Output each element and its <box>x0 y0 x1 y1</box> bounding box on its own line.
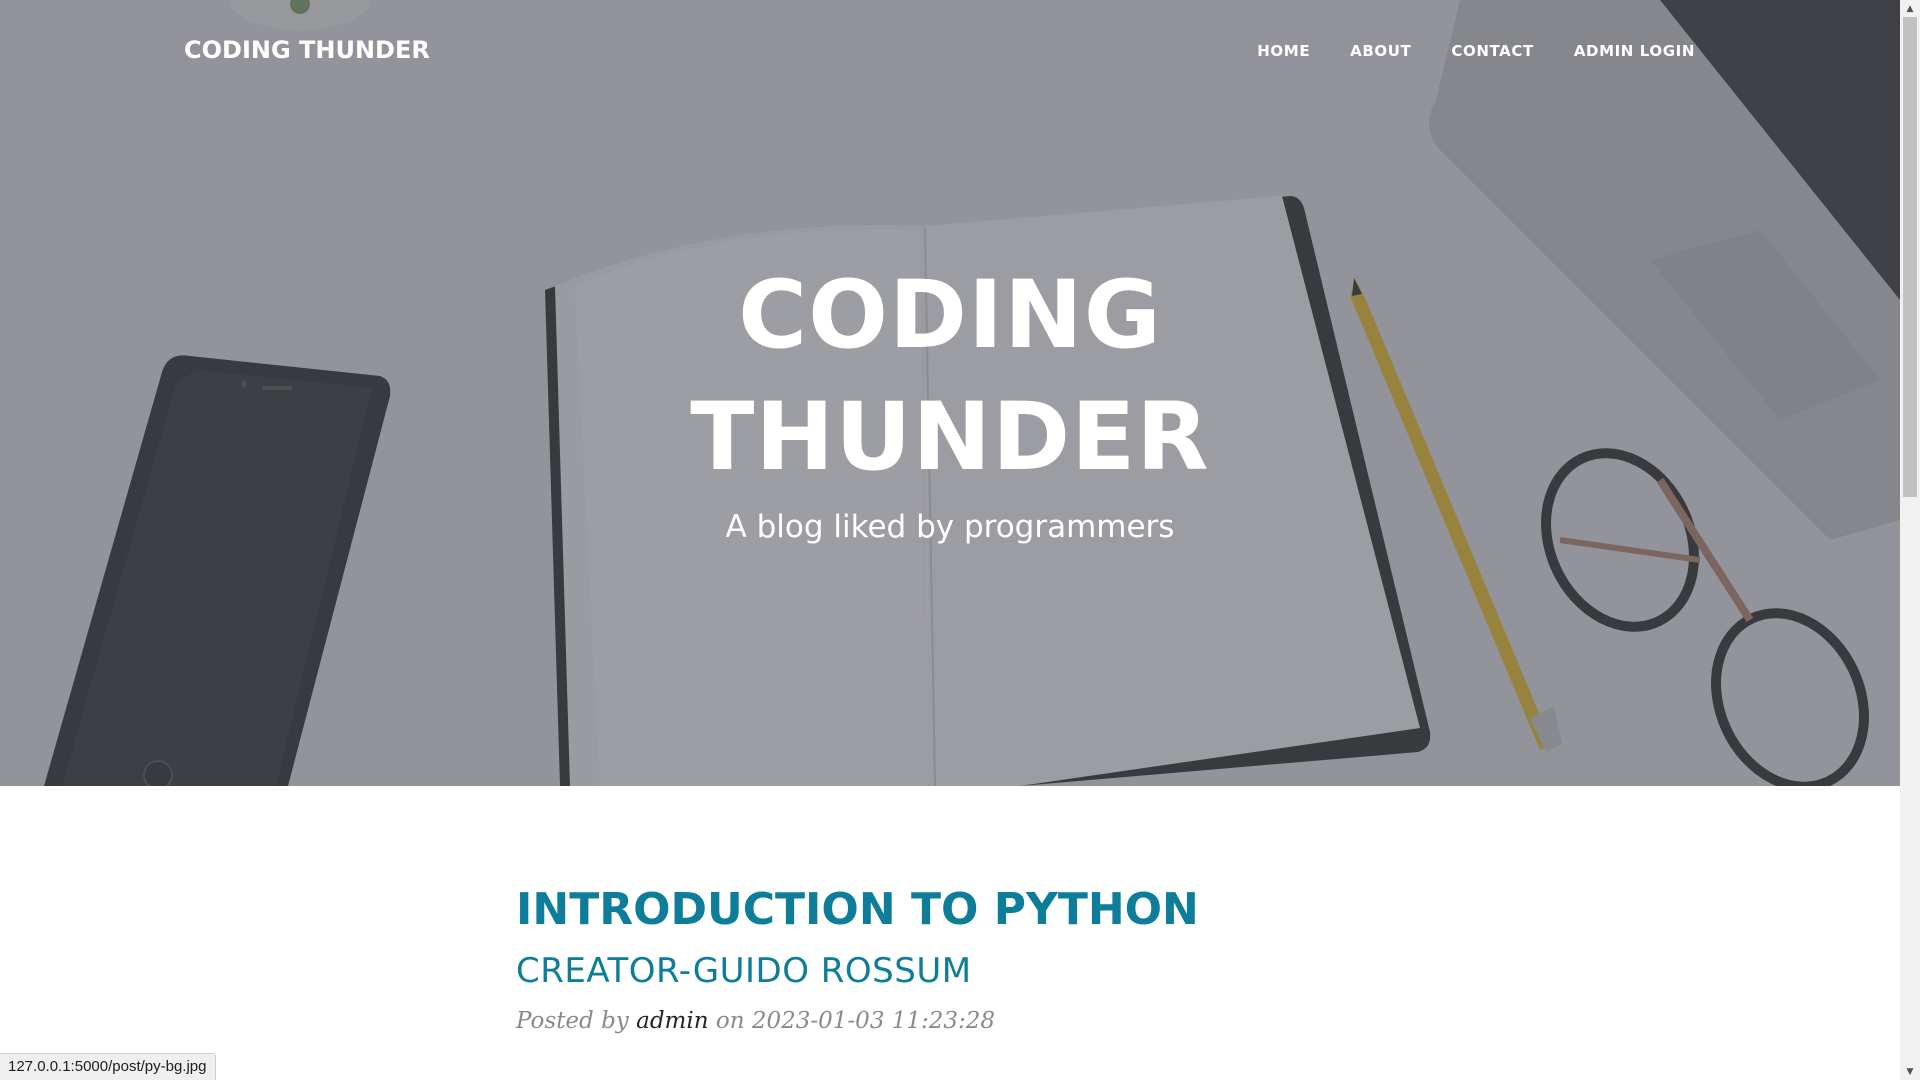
post-meta: Posted by admin on 2023-01-03 11:23:28 <box>516 1004 1416 1038</box>
nav-link-contact[interactable]: CONTACT <box>1451 42 1533 60</box>
site-subtitle: A blog liked by programmers <box>725 509 1175 545</box>
browser-viewport: CODING THUNDER HOME ABOUT CONTACT ADMIN … <box>0 0 1900 1080</box>
browser-status-bar: 127.0.0.1:5000/post/py-bg.jpg <box>0 1053 216 1080</box>
post-author-link[interactable]: admin <box>636 1008 708 1034</box>
site-heading: CODING THUNDER A blog liked by programme… <box>0 255 1900 549</box>
navbar-brand[interactable]: CODING THUNDER <box>184 36 430 64</box>
scroll-down-arrow-icon[interactable]: ▼ <box>1900 1063 1920 1080</box>
post-preview: INTRODUCTION TO PYTHON CREATOR-GUIDO ROS… <box>516 880 1416 1038</box>
vertical-scrollbar[interactable]: ▲ ▼ <box>1900 0 1920 1080</box>
site-title: CODING THUNDER <box>690 261 1210 492</box>
scrollbar-thumb[interactable] <box>1903 17 1917 497</box>
nav-link-admin-login[interactable]: ADMIN LOGIN <box>1574 42 1695 60</box>
nav-link-home[interactable]: HOME <box>1257 42 1310 60</box>
post-date: 2023-01-03 11:23:28 <box>751 1008 996 1034</box>
post-title[interactable]: INTRODUCTION TO PYTHON <box>516 880 1416 940</box>
post-subtitle[interactable]: CREATOR-GUIDO ROSSUM <box>516 940 1416 1002</box>
post-meta-on: on <box>715 1008 745 1034</box>
scroll-up-arrow-icon[interactable]: ▲ <box>1900 0 1920 17</box>
masthead: CODING THUNDER HOME ABOUT CONTACT ADMIN … <box>0 0 1900 786</box>
post-link[interactable]: INTRODUCTION TO PYTHON CREATOR-GUIDO ROS… <box>516 880 1416 1002</box>
main-navbar: CODING THUNDER HOME ABOUT CONTACT ADMIN … <box>0 0 1900 104</box>
nav-link-about[interactable]: ABOUT <box>1350 42 1411 60</box>
nav-links: HOME ABOUT CONTACT ADMIN LOGIN <box>1257 42 1695 60</box>
post-meta-prefix: Posted by <box>516 1008 629 1034</box>
